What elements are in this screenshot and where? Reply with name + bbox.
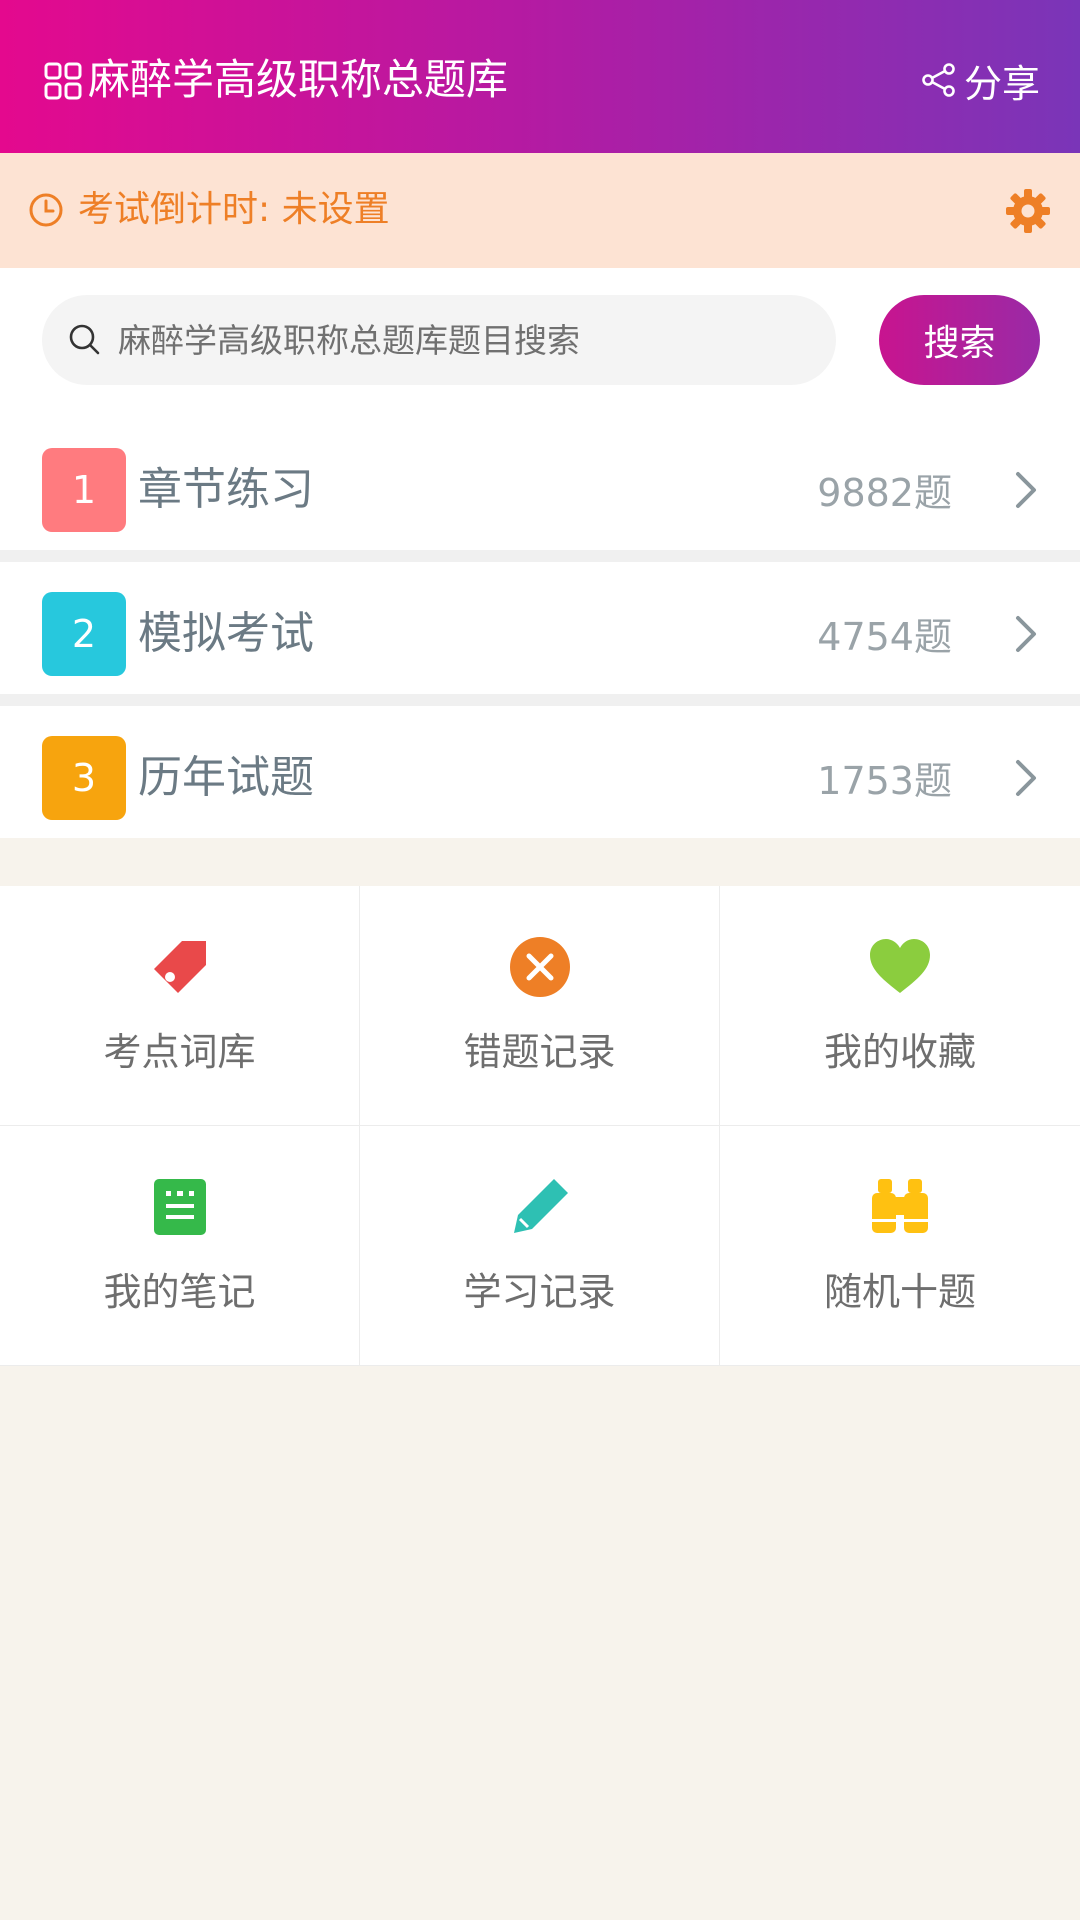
question-count: 1753题 <box>817 759 952 803</box>
grid-menu-icon[interactable] <box>44 62 82 100</box>
search-bar[interactable] <box>42 295 836 385</box>
menu-item-label: 章节练习 <box>138 464 314 515</box>
chevron-right-icon <box>1016 616 1036 652</box>
pencil-icon <box>513 1179 568 1233</box>
app-header: 麻醉学高级职称总题库 分享 <box>0 0 1080 153</box>
gear-icon[interactable] <box>1004 187 1052 235</box>
notepad-icon <box>153 1179 206 1235</box>
question-count: 4754题 <box>817 615 952 659</box>
tool-favorites[interactable]: 我的收藏 <box>720 886 1080 1126</box>
tool-label: 我的笔记 <box>103 1270 256 1314</box>
index-badge: 3 <box>42 736 126 820</box>
tool-keyword-bank[interactable]: 考点词库 <box>0 886 360 1126</box>
exam-countdown-bar[interactable]: 考试倒计时: 未设置 <box>0 153 1080 268</box>
chevron-right-icon <box>1016 472 1036 508</box>
chevron-right-icon <box>1016 760 1036 796</box>
menu-item-chapter-practice[interactable]: 1 章节练习 9882题 <box>0 418 1080 550</box>
heart-icon <box>870 939 930 993</box>
tool-label: 错题记录 <box>463 1030 616 1074</box>
tools-grid: 考点词库 错题记录 我的收藏 我的笔记 学习记录 随机十题 <box>0 886 1080 1366</box>
tool-label: 考点词库 <box>103 1030 256 1074</box>
search-icon <box>69 324 100 355</box>
clock-icon <box>29 193 63 227</box>
question-count: 9882题 <box>817 471 952 515</box>
tool-label: 我的收藏 <box>823 1030 976 1074</box>
menu-item-label: 历年试题 <box>138 752 314 803</box>
tool-label: 随机十题 <box>823 1270 976 1314</box>
tool-notes[interactable]: 我的笔记 <box>0 1126 360 1366</box>
tool-random-ten[interactable]: 随机十题 <box>720 1126 1080 1366</box>
share-label: 分享 <box>963 61 1040 106</box>
index-badge: 2 <box>42 592 126 676</box>
search-button[interactable]: 搜索 <box>879 295 1040 385</box>
menu-item-mock-exam[interactable]: 2 模拟考试 4754题 <box>0 562 1080 694</box>
share-button[interactable]: 分享 <box>922 52 1040 108</box>
tool-study-history[interactable]: 学习记录 <box>360 1126 720 1366</box>
divider <box>0 550 1080 562</box>
menu-item-past-exams[interactable]: 3 历年试题 1753题 <box>0 706 1080 838</box>
index-badge: 1 <box>42 448 126 532</box>
divider <box>0 694 1080 706</box>
tool-wrong-answers[interactable]: 错题记录 <box>360 886 720 1126</box>
search-input[interactable] <box>118 295 818 385</box>
countdown-text: 考试倒计时: 未设置 <box>78 189 390 230</box>
x-circle-icon <box>509 937 570 997</box>
page-title: 麻醉学高级职称总题库 <box>88 55 509 104</box>
share-icon <box>922 63 955 97</box>
menu-item-label: 模拟考试 <box>138 608 314 659</box>
binoculars-icon <box>872 1179 928 1233</box>
tool-label: 学习记录 <box>463 1270 616 1314</box>
tag-icon <box>153 941 206 993</box>
